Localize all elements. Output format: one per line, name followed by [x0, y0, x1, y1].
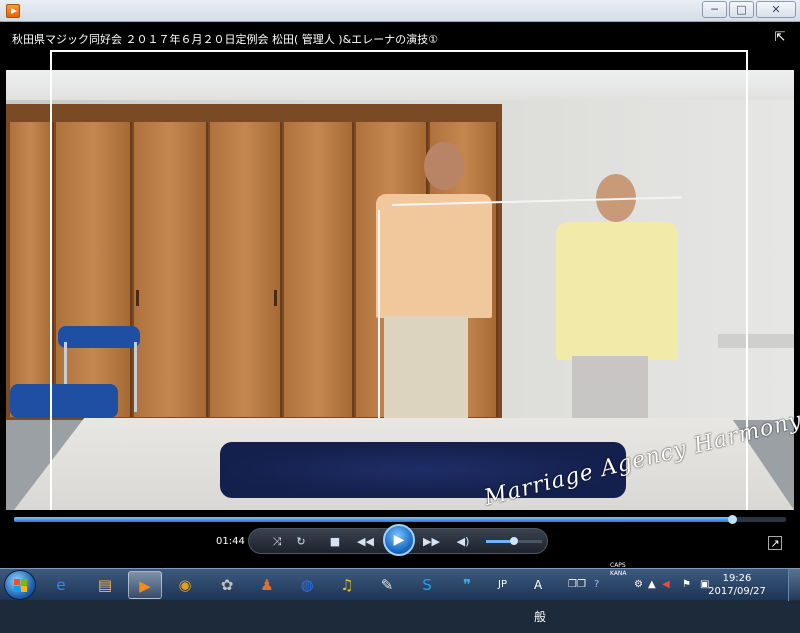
app-3-icon: ◉: [178, 576, 192, 594]
shuffle-icon[interactable]: ⤨: [269, 534, 285, 550]
seek-thumb[interactable]: [727, 515, 737, 524]
cabinet-panel: [10, 122, 54, 417]
chair: [10, 384, 118, 418]
video-title: 秋田県マジック同好会 ２０１７年６月２０日定例会 松田( 管理人 )&エレーナの…: [12, 33, 439, 46]
video-title-bar: 秋田県マジック同好会 ２０１７年６月２０日定例会 松田( 管理人 )&エレーナの…: [0, 22, 800, 70]
cabinet-handle: [274, 290, 277, 306]
taskbar-paint-button[interactable]: ✎: [370, 571, 404, 599]
ime-mode[interactable]: A 般: [534, 569, 546, 633]
taskbar: e ▤ ▶ ◉ ✿ ♟ ◍ ♫ ✎ S ❞ JP A 般 ❐❐ ? CAPS KANA ⚙ ▲ ◀ ⚑…: [0, 562, 800, 624]
taskbar-app-6-button[interactable]: ◍: [290, 571, 324, 599]
cabinet-panel: [210, 122, 282, 417]
switch-to-library-icon[interactable]: ⇱: [772, 30, 788, 46]
volume-slider[interactable]: [486, 537, 542, 545]
chair-leg: [134, 342, 137, 412]
previous-icon[interactable]: ◀◀: [357, 534, 374, 550]
app-5-icon: ♟: [260, 576, 274, 594]
volume-tray-icon[interactable]: ◀: [662, 569, 670, 601]
woman-blouse: [556, 222, 678, 360]
chat-icon: ❞: [462, 576, 472, 594]
taskbar-media-player-button[interactable]: ▶: [128, 571, 162, 599]
man-head: [424, 142, 464, 190]
language-indicator[interactable]: JP: [498, 569, 507, 601]
window-buttons: ─ □ ✕: [702, 1, 796, 18]
clock-time: 19:26: [722, 573, 752, 584]
clock[interactable]: 19:26 2017/09/27: [702, 572, 772, 598]
chair: [58, 326, 140, 348]
kana-label: KANA: [610, 570, 627, 577]
minimize-button[interactable]: ─: [702, 1, 727, 18]
taskbar-ie-button[interactable]: e: [44, 571, 78, 599]
start-button[interactable]: [4, 570, 36, 600]
app-4-icon: ✿: [220, 576, 234, 594]
play-icon: ▶: [393, 532, 405, 548]
rope-hanging: [378, 210, 380, 422]
repeat-icon[interactable]: ↻: [293, 534, 309, 550]
caps-indicator: CAPS KANA: [610, 562, 627, 578]
room-ceiling: [6, 70, 794, 100]
window-chrome: ─ □ ✕: [0, 0, 800, 22]
taskbar-skype-button[interactable]: S: [410, 571, 444, 599]
cabinet-panel: [134, 122, 208, 417]
maximize-button[interactable]: □: [729, 1, 754, 18]
clock-date: 2017/09/27: [708, 586, 766, 597]
volume-thumb[interactable]: [510, 537, 518, 545]
expand-tray-icon[interactable]: ▲: [648, 569, 656, 601]
elapsed-time: 01:44: [216, 536, 245, 547]
fullscreen-icon[interactable]: ↗: [768, 536, 782, 550]
skype-icon: S: [422, 576, 432, 594]
paint-icon: ✎: [380, 576, 394, 594]
ie-icon: e: [56, 576, 66, 594]
explorer-icon: ▤: [97, 576, 113, 594]
app-7-icon: ♫: [340, 576, 354, 594]
stop-icon[interactable]: ■: [327, 534, 343, 550]
side-table: [718, 334, 794, 348]
ime-toolbar-icon[interactable]: ❐❐: [568, 569, 586, 601]
player-controls: 01:44 ⤨ ↻ ■ ◀◀ ▶▶ ◀) ▶ ↗: [0, 510, 800, 568]
woman-pants: [572, 356, 648, 420]
close-button[interactable]: ✕: [756, 1, 796, 18]
seek-bar[interactable]: [14, 515, 786, 524]
settings-icon[interactable]: ⚙: [634, 569, 643, 601]
media-player-window: ─ □ ✕ 秋田県マジック同好会 ２０１７年６月２０日定例会 松田( 管理人 )…: [0, 0, 800, 568]
windows-logo-icon: [14, 579, 27, 592]
cabinet-panel: [284, 122, 354, 417]
man-pants: [384, 316, 468, 420]
next-icon[interactable]: ▶▶: [423, 534, 440, 550]
taskbar-app-4-button[interactable]: ✿: [210, 571, 244, 599]
seek-progress: [14, 517, 732, 522]
flag-icon[interactable]: ⚑: [682, 569, 691, 601]
play-button[interactable]: ▶: [383, 524, 415, 556]
taskbar-explorer-button[interactable]: ▤: [88, 571, 122, 599]
show-desktop-button[interactable]: [788, 569, 800, 601]
man-shirt: [376, 194, 492, 318]
cabinet-panel: [56, 122, 132, 417]
help-icon[interactable]: ?: [594, 569, 599, 601]
taskbar-app-7-button[interactable]: ♫: [330, 571, 364, 599]
media-player-app-icon: [6, 4, 20, 18]
media-player-icon: ▶: [139, 577, 151, 595]
app-6-icon: ◍: [300, 576, 314, 594]
volume-icon[interactable]: ◀): [455, 534, 471, 550]
taskbar-app-3-button[interactable]: ◉: [168, 571, 202, 599]
cabinet-handle: [136, 290, 139, 306]
caps-label: CAPS: [610, 562, 626, 569]
taskbar-chat-button[interactable]: ❞: [450, 571, 484, 599]
taskbar-app-5-button[interactable]: ♟: [250, 571, 284, 599]
